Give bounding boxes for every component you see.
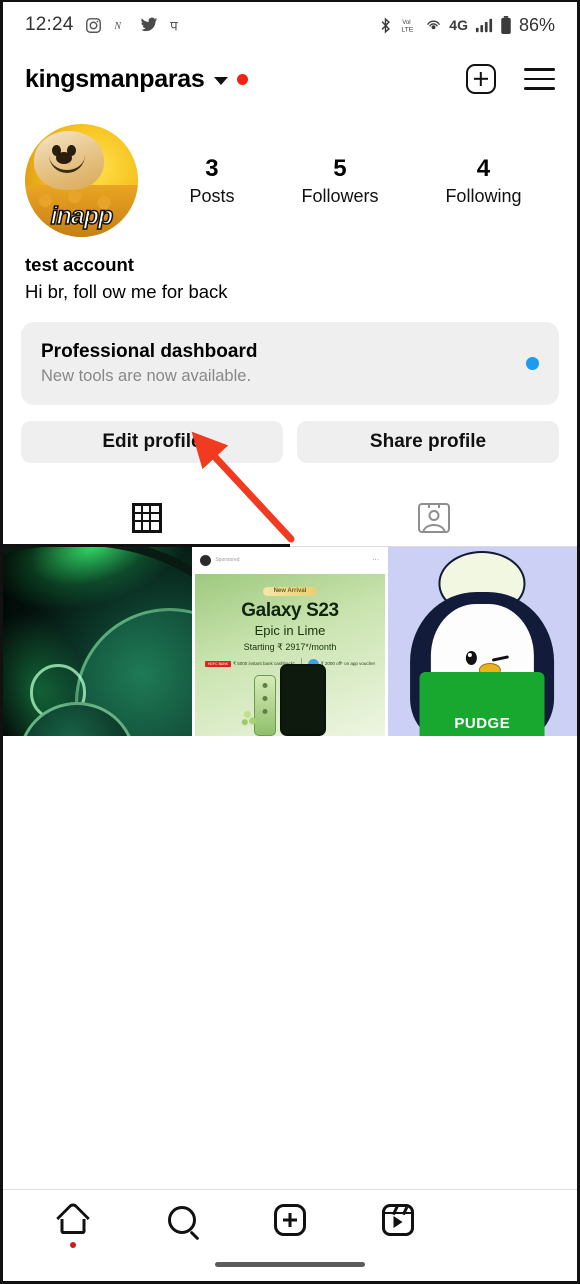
svg-text:LTE: LTE	[402, 26, 414, 33]
post-2-image: Sponsored ⋯ New Arrival Galaxy S23 Epic …	[195, 547, 385, 737]
profile-tab[interactable]	[453, 1190, 561, 1250]
profile-stats: 3 Posts 5 Followers 4 Following	[138, 154, 555, 207]
svg-text:प: प	[170, 18, 178, 33]
reels-icon	[382, 1204, 415, 1236]
professional-dashboard-card[interactable]: Professional dashboard New tools are now…	[21, 321, 559, 406]
signal-bars-icon	[475, 17, 493, 33]
plus-square-icon	[274, 1204, 307, 1236]
profile-tabs	[3, 489, 577, 548]
twitter-icon	[140, 17, 158, 33]
post-thumbnail[interactable]: PUDGE	[387, 547, 577, 737]
ad-subhead: Epic in Lime	[254, 623, 326, 639]
profile-actions: Edit profile Share profile	[3, 405, 577, 464]
battery-icon	[500, 15, 512, 35]
status-bar: 12:24 N प VoI LTE 4G 86%	[3, 2, 577, 48]
create-tab[interactable]	[236, 1190, 344, 1250]
ad-badge: New Arrival	[262, 586, 318, 596]
status-time: 12:24	[25, 14, 74, 35]
post-3-image: PUDGE	[387, 547, 577, 737]
profile-bio: test account Hi br, foll ow me for back	[3, 237, 577, 306]
account-switcher[interactable]: kingsmanparas	[25, 65, 248, 94]
home-icon	[56, 1201, 91, 1235]
ad-foliage	[236, 703, 263, 730]
reels-tab[interactable]	[344, 1190, 452, 1250]
tagged-person-icon	[417, 503, 450, 534]
share-profile-button[interactable]: Share profile	[297, 421, 559, 464]
svg-text:VoI: VoI	[402, 19, 411, 25]
avatar[interactable]: inapp	[25, 124, 138, 237]
phone-screen: 12:24 N प VoI LTE 4G 86% kingsmanparas i…	[0, 0, 580, 1284]
header-actions	[466, 64, 555, 94]
svg-text:N: N	[113, 21, 122, 32]
bio-text: Hi br, foll ow me for back	[25, 280, 228, 302]
bottom-navigation	[3, 1189, 577, 1281]
post-1-image	[3, 547, 193, 737]
ad-header: Sponsored ⋯	[195, 547, 385, 574]
chevron-down-icon[interactable]	[213, 77, 228, 85]
snapchat-icon: N	[113, 17, 129, 33]
bottom-nav-items	[3, 1190, 577, 1250]
dashboard-text: Professional dashboard New tools are now…	[41, 338, 257, 389]
stat-following-count: 4	[476, 155, 491, 182]
post-grid: Sponsored ⋯ New Arrival Galaxy S23 Epic …	[3, 547, 577, 737]
new-post-button[interactable]	[466, 64, 496, 94]
profile-summary: inapp 3 Posts 5 Followers 4 Following	[3, 110, 577, 237]
gesture-bar[interactable]	[215, 1262, 365, 1267]
avatar-watermark: inapp	[50, 201, 114, 231]
penguin-apron-text: PUDGE	[454, 715, 511, 733]
ad-headline: Galaxy S23	[241, 600, 339, 622]
instagram-icon	[85, 17, 102, 34]
ad-more-icon: ⋯	[372, 557, 380, 565]
grid-icon	[131, 503, 162, 534]
home-badge-dot	[70, 1242, 77, 1248]
status-bar-left: 12:24 N प	[25, 14, 183, 36]
header-username[interactable]: kingsmanparas	[25, 65, 205, 94]
status-bar-right: VoI LTE 4G 86%	[378, 15, 555, 36]
post-thumbnail[interactable]: Sponsored ⋯ New Arrival Galaxy S23 Epic …	[195, 547, 385, 737]
display-name: test account	[25, 254, 134, 275]
dashboard-indicator-dot	[526, 356, 539, 370]
grid-tab[interactable]	[3, 489, 290, 548]
penguin-apron: PUDGE	[419, 672, 545, 737]
phonepe-icon: प	[169, 17, 183, 34]
new-account-badge	[236, 73, 248, 85]
stat-followers[interactable]: 5 Followers	[301, 154, 378, 207]
avatar-doge-face	[34, 130, 105, 190]
hotspot-icon	[425, 17, 442, 34]
battery-percent: 86%	[518, 14, 555, 35]
dashboard-title: Professional dashboard	[41, 340, 258, 362]
stat-following-label: Following	[445, 186, 522, 206]
volte-icon: VoI LTE	[400, 17, 418, 34]
ad-phone-images	[195, 658, 384, 737]
dashboard-subtitle: New tools are now available.	[41, 367, 252, 386]
home-tab[interactable]	[19, 1190, 127, 1250]
tagged-tab[interactable]	[290, 489, 577, 547]
edit-profile-button[interactable]: Edit profile	[21, 421, 283, 464]
search-icon	[167, 1206, 196, 1234]
ad-avatar	[200, 554, 212, 566]
search-tab[interactable]	[127, 1190, 235, 1250]
hamburger-menu-button[interactable]	[524, 68, 555, 90]
post-thumbnail[interactable]	[3, 547, 193, 737]
stat-followers-label: Followers	[301, 186, 379, 206]
ad-sponsored-label: Sponsored	[215, 557, 240, 564]
ad-body: New Arrival Galaxy S23 Epic in Lime Star…	[195, 573, 385, 737]
network-type: 4G	[449, 17, 468, 33]
profile-header: kingsmanparas	[3, 48, 577, 110]
bluetooth-icon	[378, 17, 393, 34]
phone-front-view	[279, 664, 326, 737]
stat-following[interactable]: 4 Following	[445, 154, 521, 207]
stat-posts-label: Posts	[189, 186, 235, 206]
stat-posts[interactable]: 3 Posts	[189, 154, 234, 207]
stat-posts-count: 3	[205, 155, 219, 182]
stat-followers-count: 5	[333, 155, 347, 182]
ad-price: Starting ₹ 2917*/month	[243, 642, 337, 653]
